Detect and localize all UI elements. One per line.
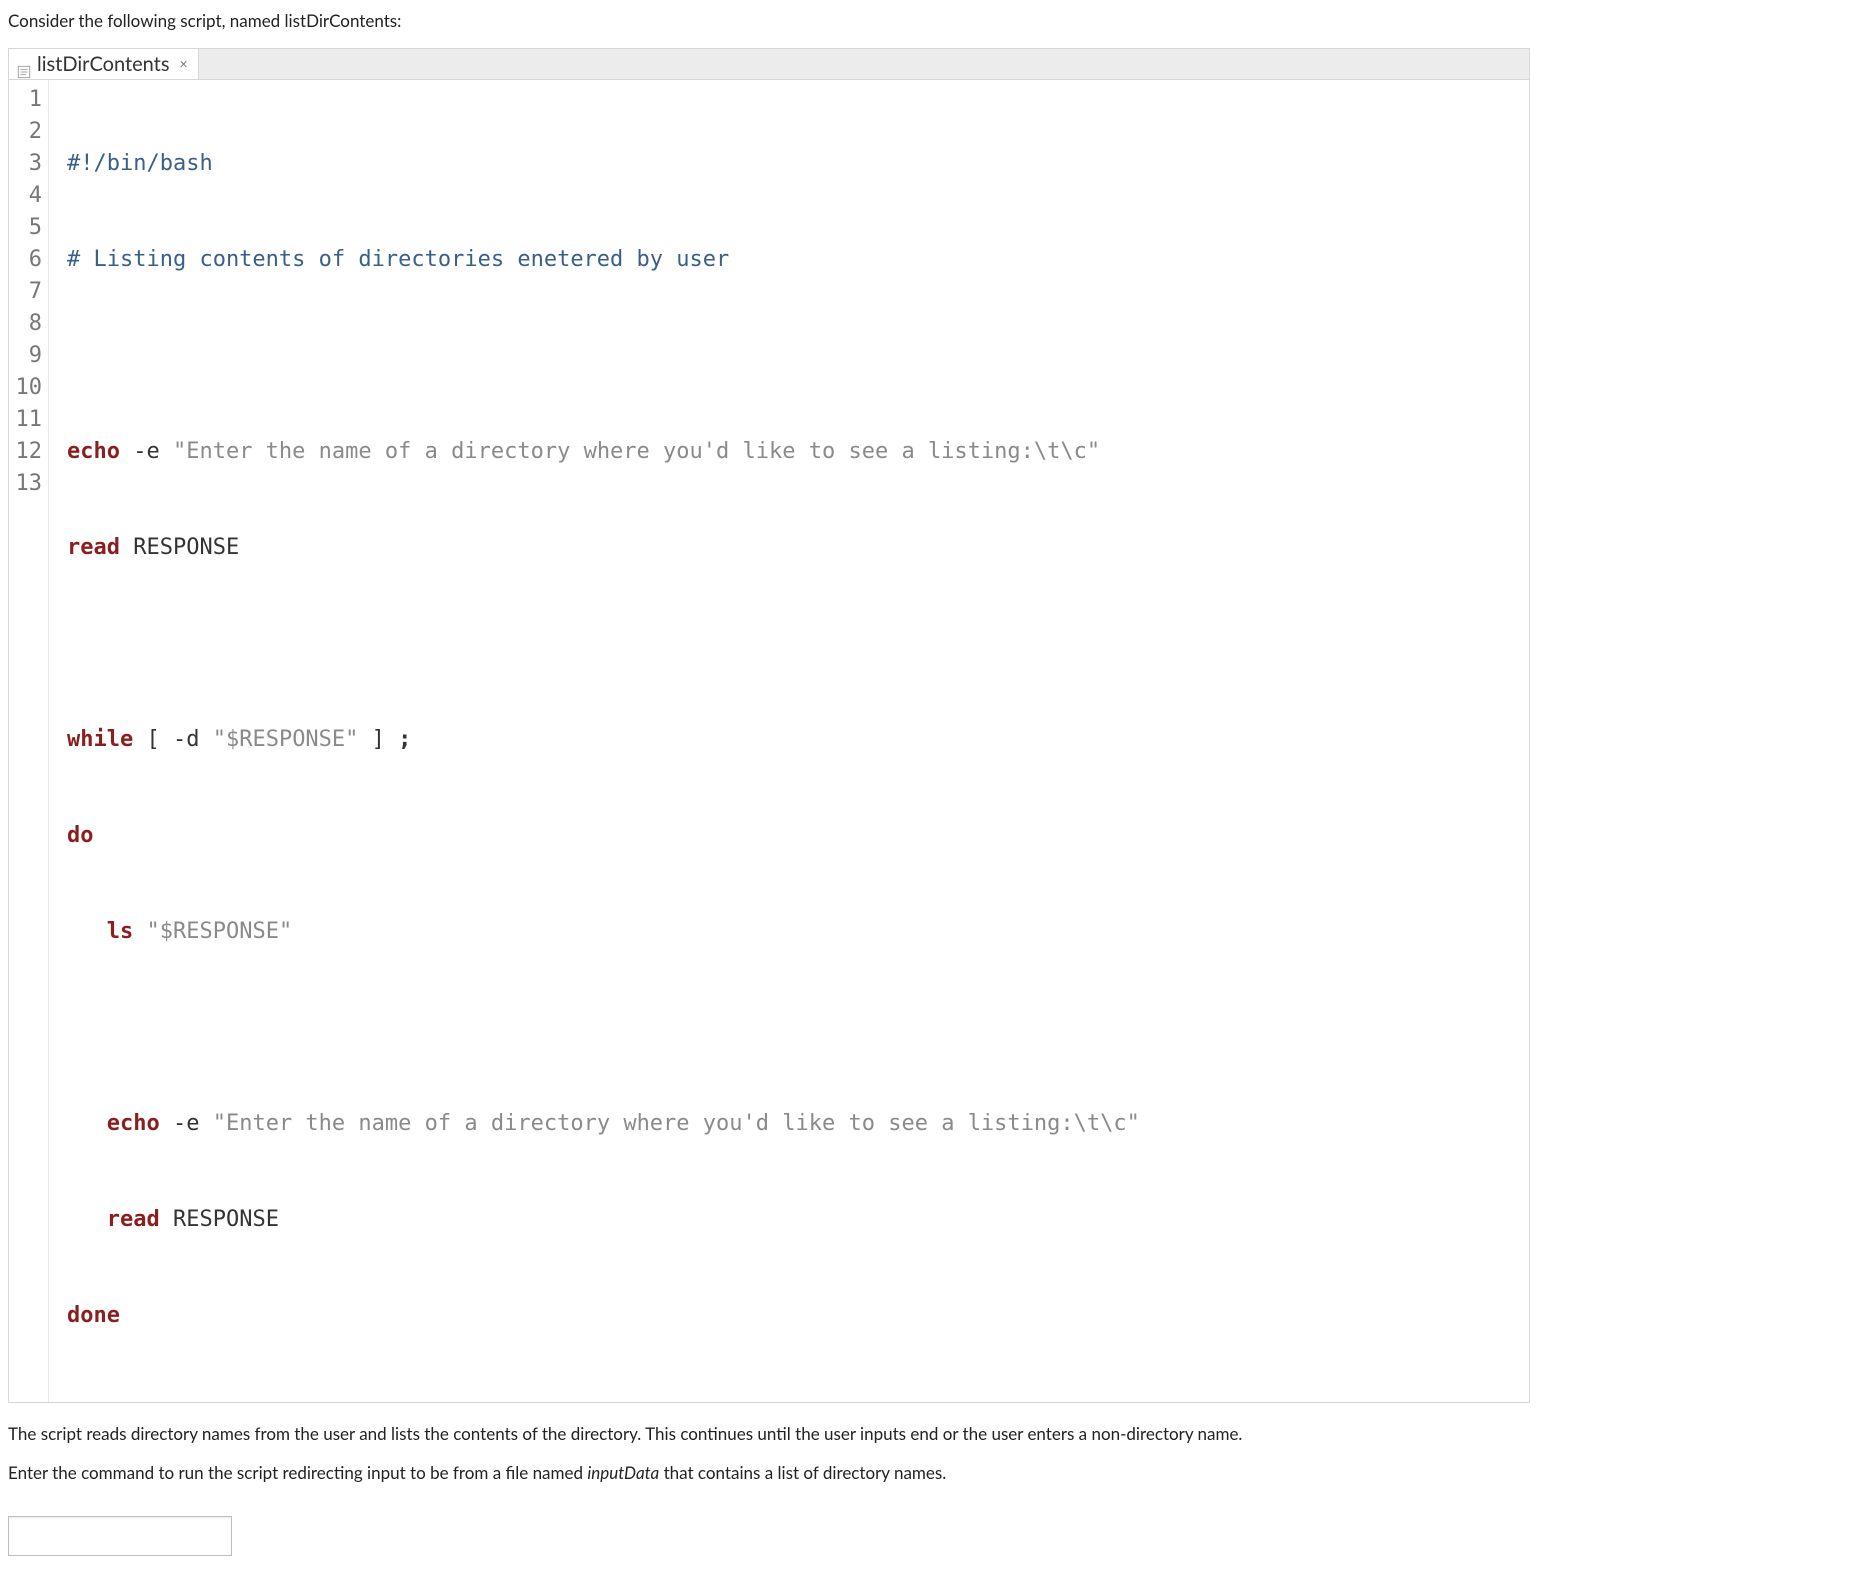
file-icon bbox=[17, 57, 31, 71]
code-line: # Listing contents of directories eneter… bbox=[67, 244, 1519, 276]
code-line: #!/bin/bash bbox=[67, 148, 1519, 180]
line-number: 11 bbox=[9, 404, 42, 436]
code-line: echo -e "Enter the name of a directory w… bbox=[67, 1108, 1519, 1140]
code-line bbox=[67, 628, 1519, 660]
line-number: 4 bbox=[9, 180, 42, 212]
question-prompt: Enter the command to run the script redi… bbox=[8, 1460, 1854, 1486]
line-number: 9 bbox=[9, 340, 42, 372]
code-content: #!/bin/bash # Listing contents of direct… bbox=[49, 80, 1529, 1402]
script-description: The script reads directory names from th… bbox=[8, 1421, 1854, 1447]
prompt-after: that contains a list of directory names. bbox=[659, 1462, 946, 1483]
line-number: 2 bbox=[9, 116, 42, 148]
code-editor: listDirContents × 1 2 3 4 5 6 7 8 9 10 1… bbox=[8, 48, 1530, 1403]
code-line: while [ -d "$RESPONSE" ] ; bbox=[67, 724, 1519, 756]
prompt-filename: inputData bbox=[587, 1462, 659, 1483]
line-number: 7 bbox=[9, 276, 42, 308]
code-line bbox=[67, 1012, 1519, 1044]
line-number: 10 bbox=[9, 372, 42, 404]
line-number: 3 bbox=[9, 148, 42, 180]
code-line: do bbox=[67, 820, 1519, 852]
code-line: ls "$RESPONSE" bbox=[67, 916, 1519, 948]
line-number: 12 bbox=[9, 436, 42, 468]
editor-tab-listdircontents[interactable]: listDirContents × bbox=[9, 49, 199, 79]
code-line: read RESPONSE bbox=[67, 1204, 1519, 1236]
code-line bbox=[67, 340, 1519, 372]
line-number: 5 bbox=[9, 212, 42, 244]
prompt-before: Enter the command to run the script redi… bbox=[8, 1462, 587, 1483]
code-line: read RESPONSE bbox=[67, 532, 1519, 564]
line-number: 6 bbox=[9, 244, 42, 276]
code-line: echo -e "Enter the name of a directory w… bbox=[67, 436, 1519, 468]
line-number: 13 bbox=[9, 468, 42, 500]
close-icon[interactable]: × bbox=[180, 53, 188, 74]
intro-text: Consider the following script, named lis… bbox=[8, 8, 1854, 34]
editor-tab-label: listDirContents bbox=[37, 49, 170, 79]
code-area: 1 2 3 4 5 6 7 8 9 10 11 12 13 #!/bin/bas… bbox=[9, 80, 1529, 1402]
line-number: 1 bbox=[9, 84, 42, 116]
code-line: done bbox=[67, 1300, 1519, 1332]
answer-input[interactable] bbox=[8, 1516, 232, 1556]
line-number: 8 bbox=[9, 308, 42, 340]
question-container: Consider the following script, named lis… bbox=[0, 0, 1862, 1576]
line-number-gutter: 1 2 3 4 5 6 7 8 9 10 11 12 13 bbox=[9, 80, 49, 1402]
editor-tabbar: listDirContents × bbox=[9, 49, 1529, 80]
